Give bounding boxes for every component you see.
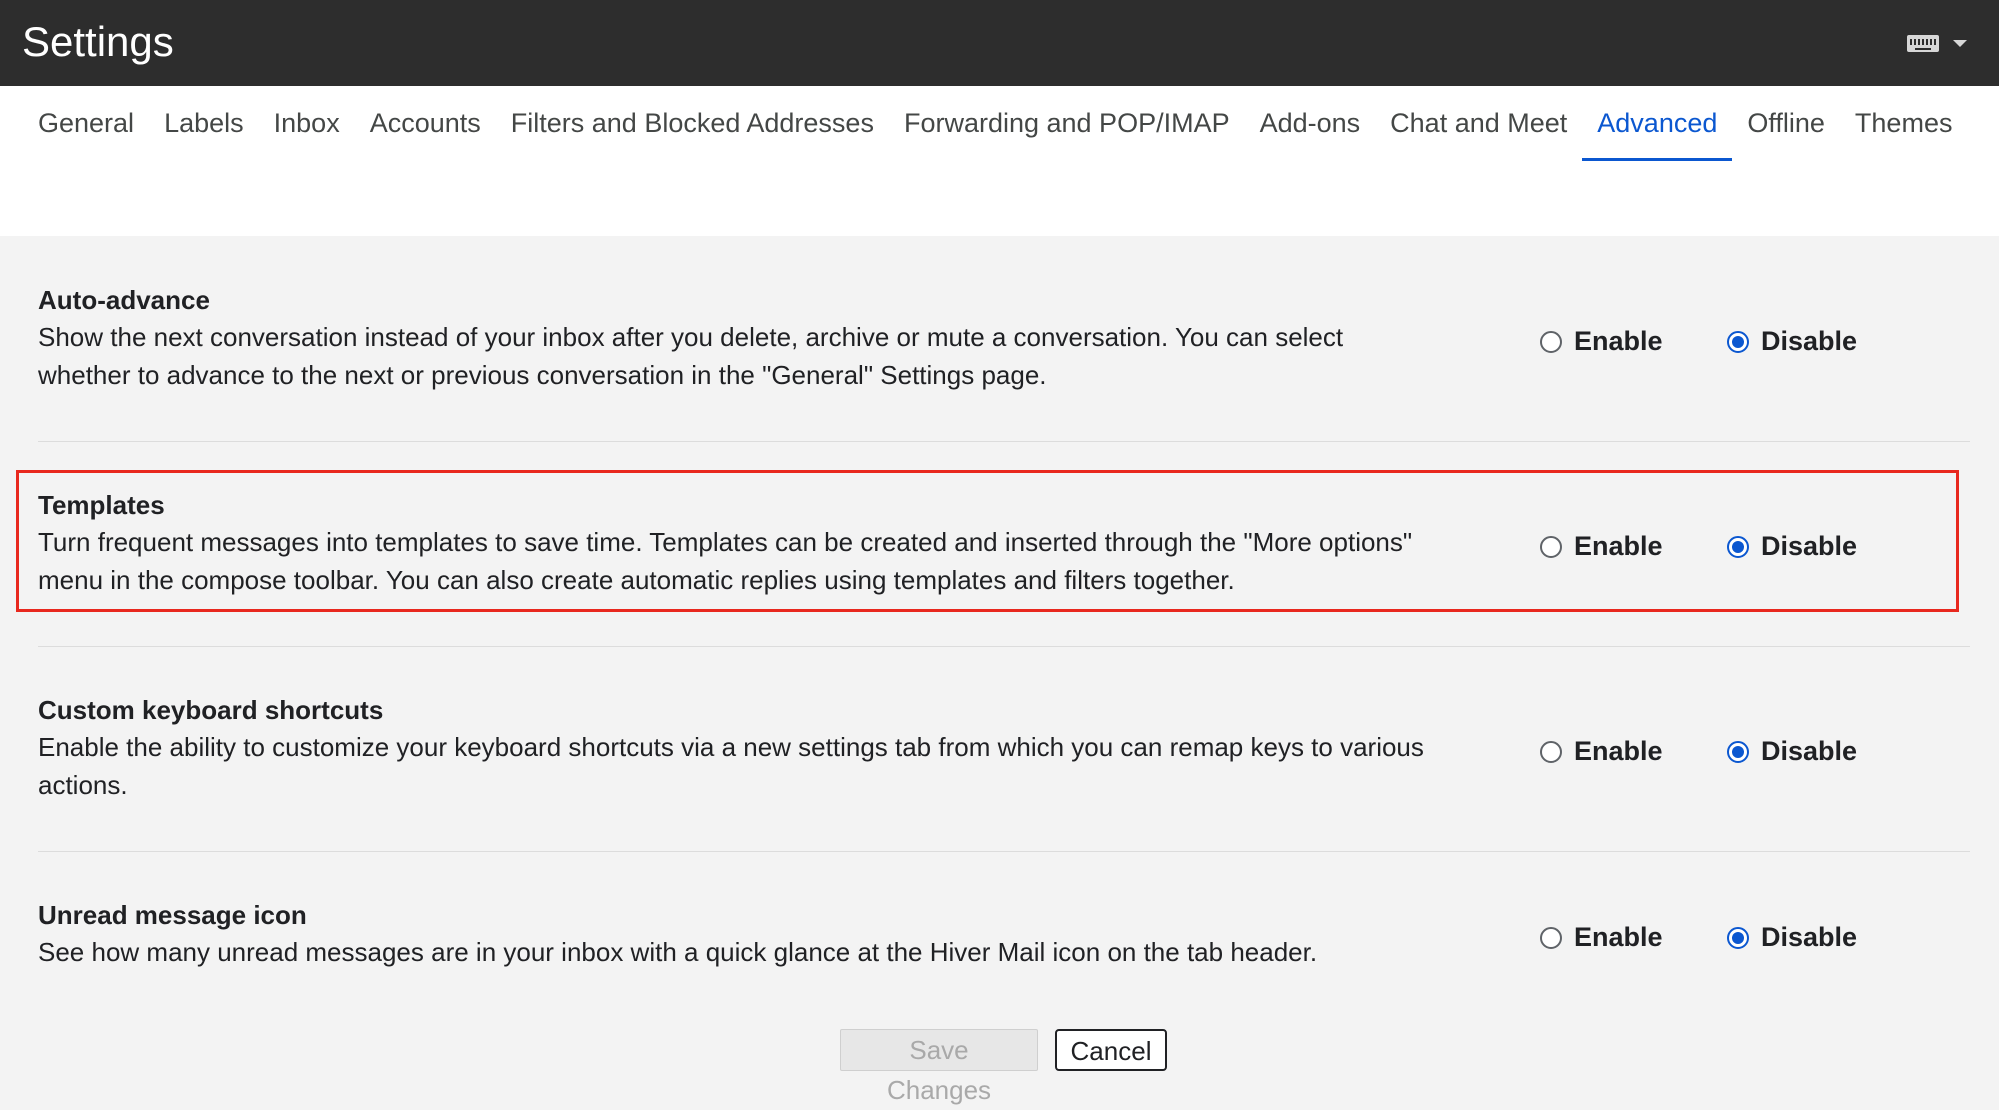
radio-label: Enable: [1574, 326, 1663, 356]
setting-name: Custom keyboard shortcuts: [38, 695, 384, 725]
tab-general[interactable]: General: [23, 86, 149, 161]
radio-label: Enable: [1574, 922, 1663, 952]
setting-description: Show the next conversation instead of yo…: [38, 322, 1344, 390]
radio-label: Disable: [1761, 736, 1858, 766]
templates-disable-radio[interactable]: Disable: [1727, 531, 1857, 562]
tab-inbox[interactable]: Inbox: [259, 86, 355, 161]
unread-icon-enable-radio[interactable]: Enable: [1540, 922, 1663, 953]
tab-filters[interactable]: Filters and Blocked Addresses: [496, 86, 889, 161]
radio-checked-icon: [1727, 926, 1749, 949]
auto-advance-enable-radio[interactable]: Enable: [1540, 326, 1663, 357]
setting-name: Templates: [38, 490, 165, 520]
tab-chat-and-meet[interactable]: Chat and Meet: [1375, 86, 1582, 161]
input-tools-button[interactable]: [1907, 26, 1973, 60]
tab-labels[interactable]: Labels: [149, 86, 259, 161]
radio-checked-icon: [1727, 535, 1749, 558]
setting-description: Turn frequent messages into templates to…: [38, 527, 1413, 595]
settings-tabs: General Labels Inbox Accounts Filters an…: [23, 86, 1973, 161]
save-changes-button[interactable]: Save Changes: [840, 1029, 1038, 1105]
settings-tabs-bar: General Labels Inbox Accounts Filters an…: [0, 86, 1999, 236]
radio-checked-icon: [1727, 330, 1749, 353]
radio-label: Enable: [1574, 531, 1663, 561]
setting-description: See how many unread messages are in your…: [38, 937, 1318, 967]
tab-accounts[interactable]: Accounts: [355, 86, 496, 161]
templates-enable-radio[interactable]: Enable: [1540, 531, 1663, 562]
radio-label: Disable: [1761, 922, 1858, 952]
divider: [38, 646, 1970, 647]
radio-label: Disable: [1761, 531, 1858, 561]
tab-themes[interactable]: Themes: [1840, 86, 1968, 161]
unread-icon-disable-radio[interactable]: Disable: [1727, 922, 1857, 953]
radio-checked-icon: [1727, 740, 1749, 763]
radio-unchecked-icon: [1540, 926, 1562, 949]
radio-unchecked-icon: [1540, 740, 1562, 763]
cancel-button[interactable]: Cancel: [1055, 1029, 1167, 1071]
radio-label: Enable: [1574, 736, 1663, 766]
auto-advance-disable-radio[interactable]: Disable: [1727, 326, 1857, 357]
tab-addons[interactable]: Add-ons: [1245, 86, 1376, 161]
setting-name: Unread message icon: [38, 900, 307, 930]
setting-name: Auto-advance: [38, 285, 210, 315]
setting-custom-keyboard-shortcuts: Custom keyboard shortcuts Enable the abi…: [38, 692, 1968, 804]
chevron-down-icon: [1953, 39, 1967, 47]
setting-auto-advance: Auto-advance Show the next conversation …: [38, 282, 1968, 394]
header-bar: Settings: [0, 0, 1999, 86]
setting-description: Enable the ability to customize your key…: [38, 732, 1424, 800]
setting-unread-message-icon: Unread message icon See how many unread …: [38, 897, 1968, 971]
page-title: Settings: [22, 18, 174, 65]
keyboard-icon: [1907, 34, 1939, 52]
radio-unchecked-icon: [1540, 535, 1562, 558]
tab-forwarding[interactable]: Forwarding and POP/IMAP: [889, 86, 1245, 161]
divider: [38, 441, 1970, 442]
divider: [38, 851, 1970, 852]
keyboard-shortcuts-enable-radio[interactable]: Enable: [1540, 736, 1663, 767]
radio-label: Disable: [1761, 326, 1858, 356]
tab-offline[interactable]: Offline: [1732, 86, 1840, 161]
keyboard-shortcuts-disable-radio[interactable]: Disable: [1727, 736, 1857, 767]
setting-templates: Templates Turn frequent messages into te…: [38, 487, 1968, 599]
tab-advanced[interactable]: Advanced: [1582, 86, 1733, 161]
radio-unchecked-icon: [1540, 330, 1562, 353]
